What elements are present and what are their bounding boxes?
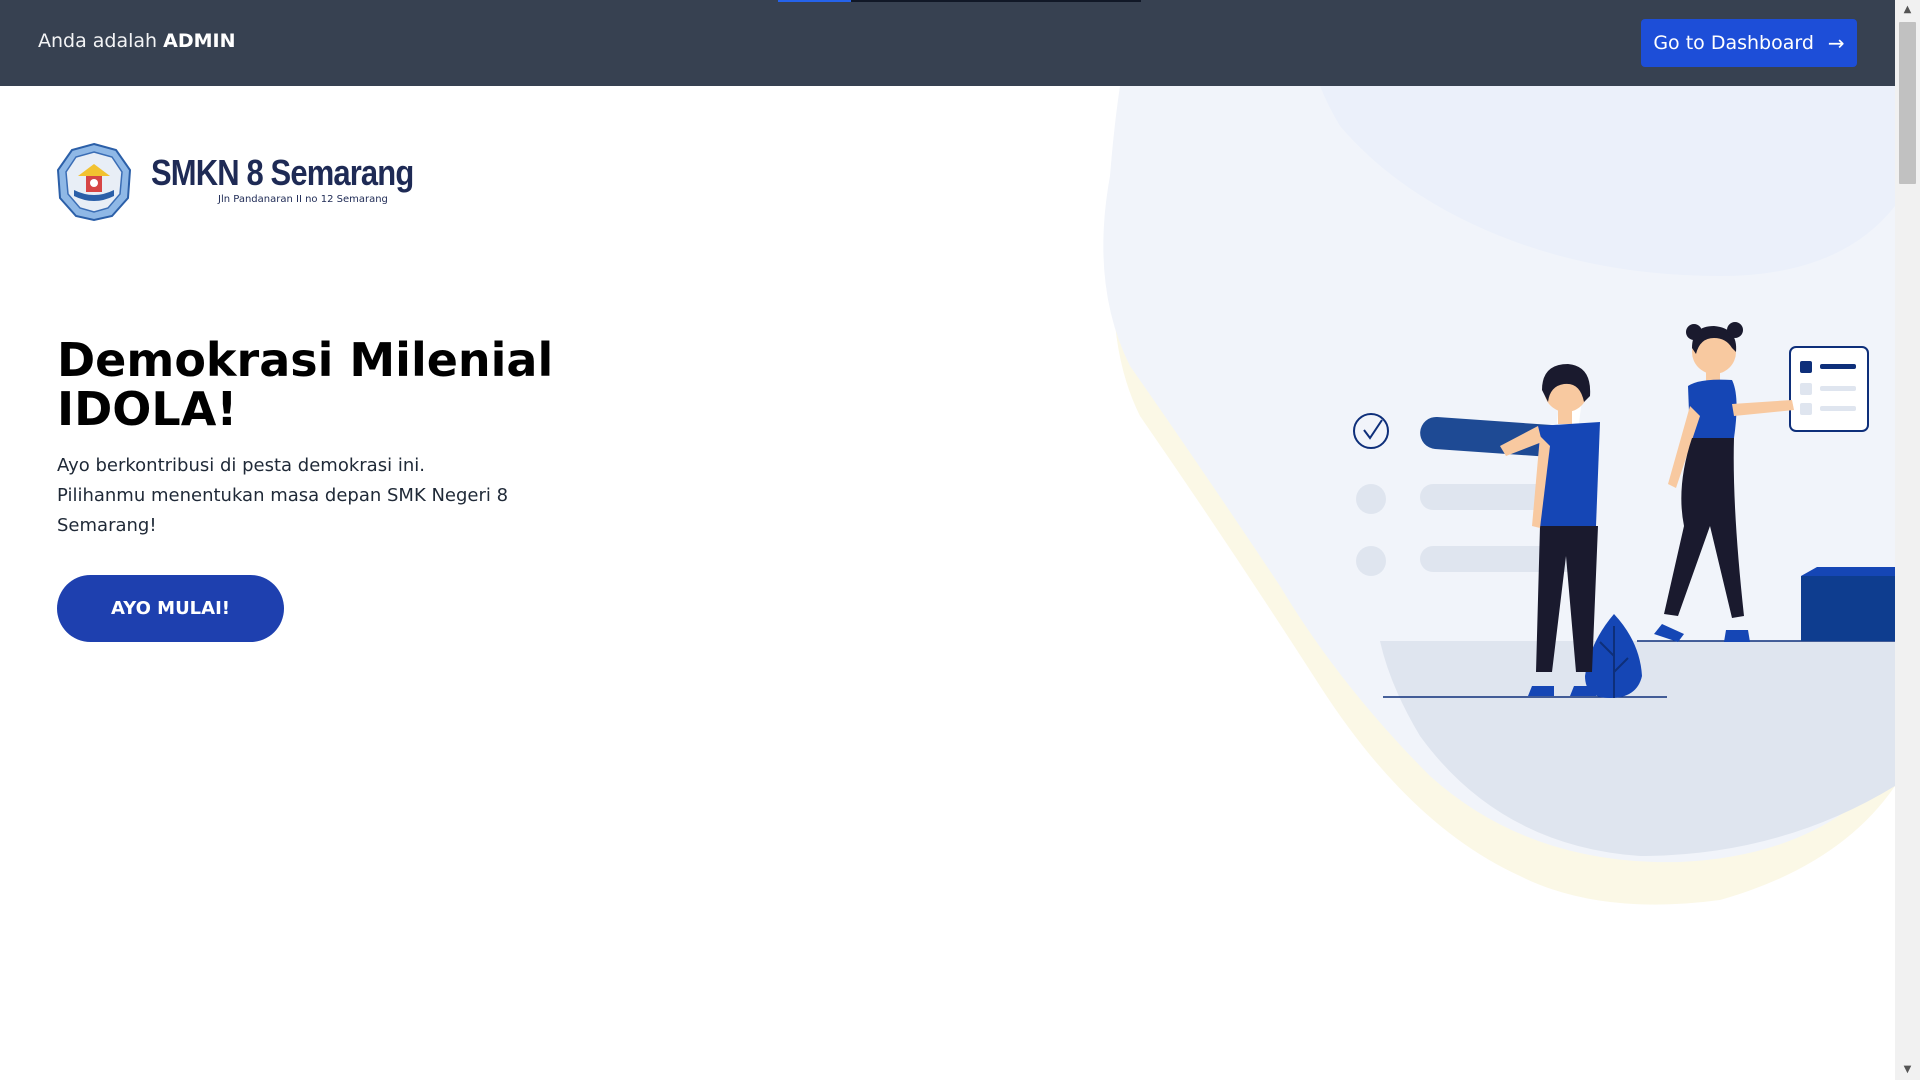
hero-title-line-2: IDOLA! [57, 382, 238, 436]
school-name: SMKN 8 Semarang [151, 152, 414, 193]
school-seal-icon [56, 142, 132, 222]
scrollbar-thumb[interactable] [1899, 22, 1916, 184]
page-load-progress-fill [778, 0, 851, 2]
hero-description: Ayo berkontribusi di pesta demokrasi ini… [57, 455, 509, 536]
page-scrollbar[interactable]: ▲ ▼ [1895, 0, 1920, 1080]
admin-role-text: Anda adalah ADMIN [38, 30, 236, 52]
hero-title-line-1: Demokrasi Milenial [57, 333, 554, 387]
start-voting-button[interactable]: AYO MULAI! [57, 575, 284, 642]
role-prefix: Anda adalah [38, 30, 158, 52]
ballot-box [1801, 576, 1895, 641]
scroll-down-icon[interactable]: ▼ [1895, 1060, 1920, 1080]
school-logo[interactable]: SMKN 8 Semarang Jln Pandanaran II no 12 … [56, 142, 416, 222]
school-address: Jln Pandanaran II no 12 Semarang [218, 194, 388, 205]
hero-title: Demokrasi Milenial IDOLA! [57, 336, 577, 434]
arrow-right-icon: → [1827, 31, 1845, 55]
go-to-dashboard-button[interactable]: Go to Dashboard → [1641, 19, 1857, 67]
voting-illustration [1103, 86, 1895, 905]
admin-top-bar: Anda adalah ADMIN Go to Dashboard → [0, 0, 1895, 86]
scroll-up-icon[interactable]: ▲ [1895, 0, 1920, 20]
dashboard-button-label: Go to Dashboard [1653, 32, 1814, 54]
role-name: ADMIN [163, 30, 236, 52]
page-load-progress [778, 0, 1141, 2]
